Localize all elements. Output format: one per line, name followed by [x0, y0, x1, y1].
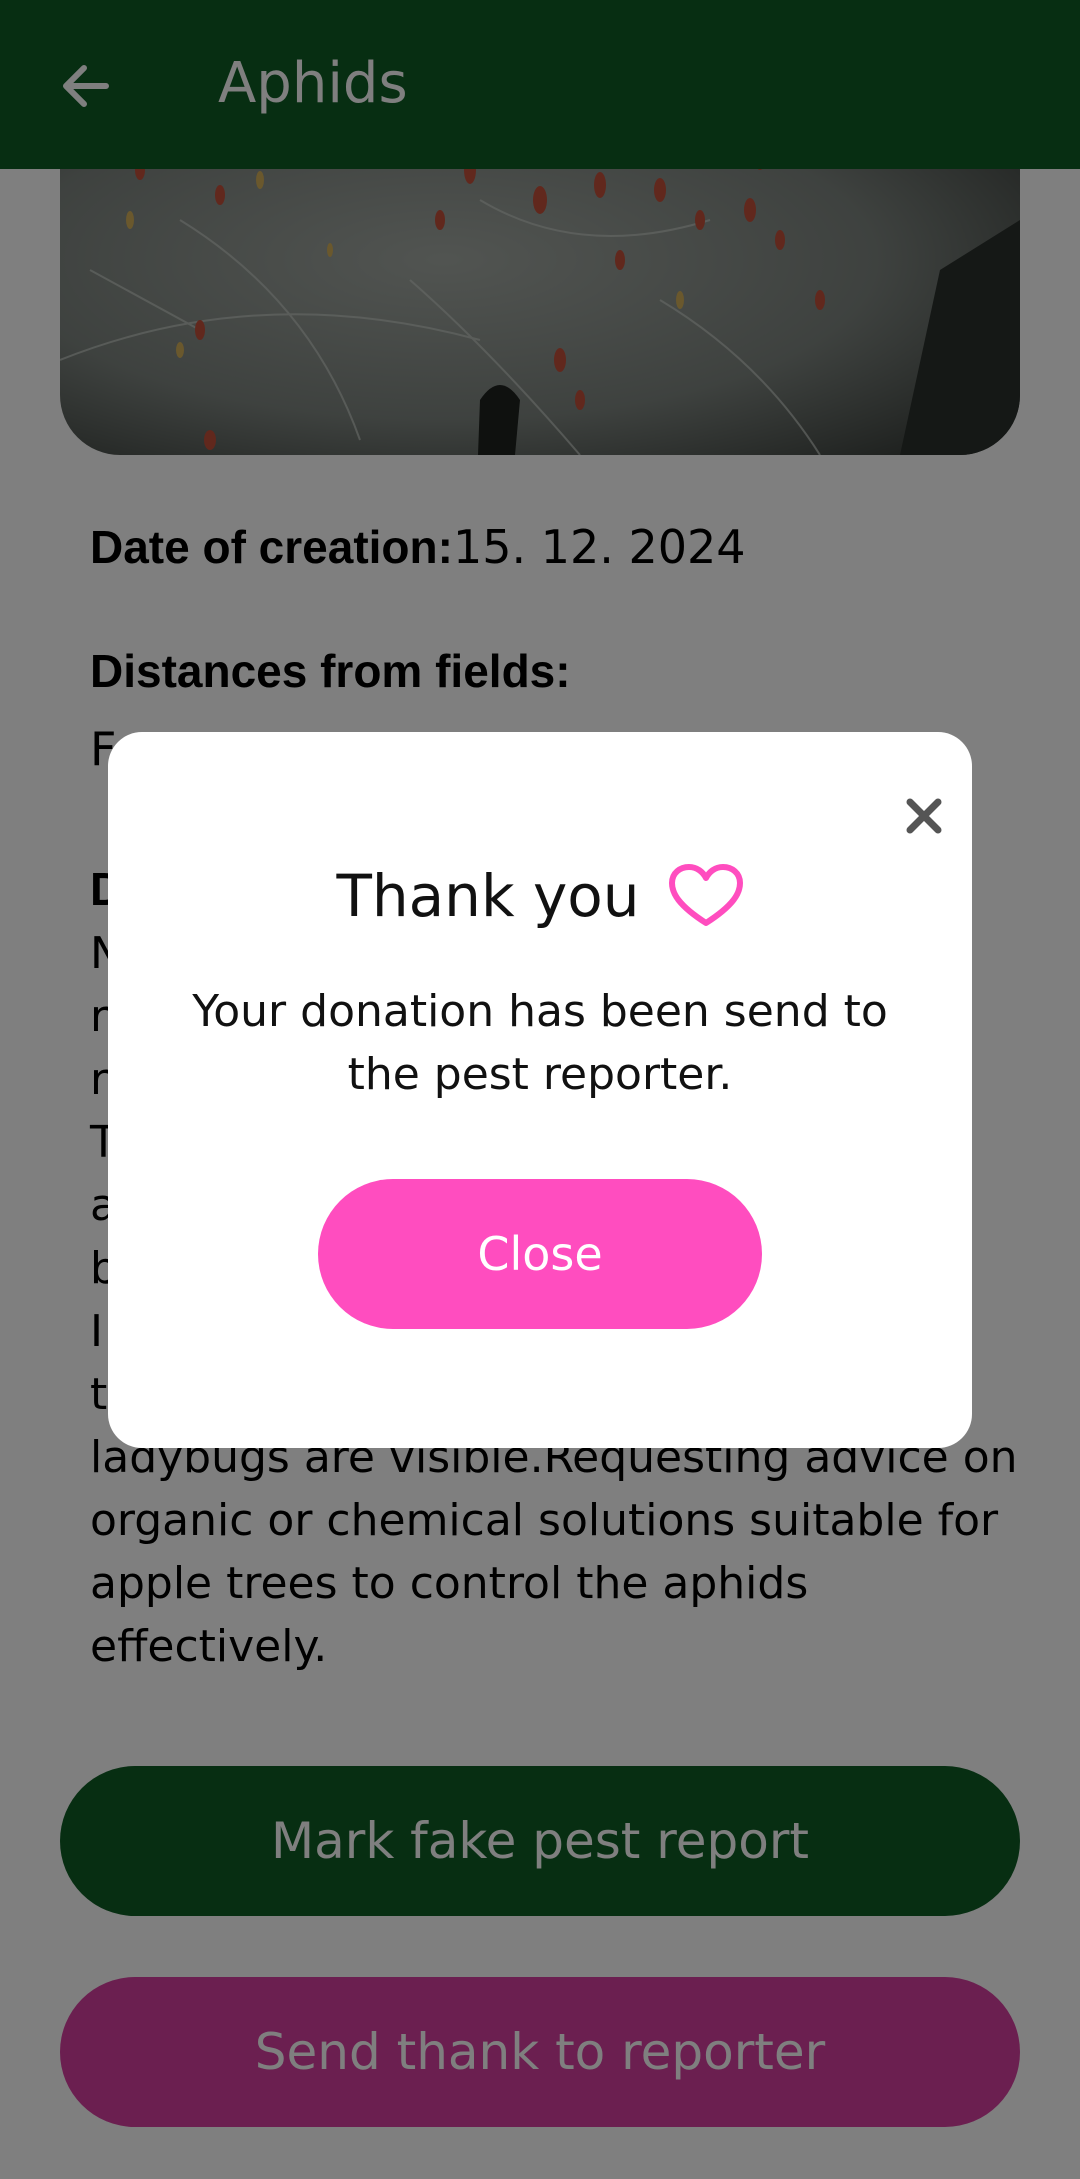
- dialog-title-row: Thank you: [108, 862, 972, 930]
- dialog-close-button[interactable]: Close: [318, 1179, 762, 1329]
- heart-icon: [668, 864, 743, 926]
- close-icon[interactable]: [900, 792, 948, 840]
- dialog-title: Thank you: [336, 862, 640, 930]
- thank-you-dialog: Thank you Your donation has been send to…: [108, 732, 972, 1448]
- dialog-message: Your donation has been send to the pest …: [192, 986, 888, 1100]
